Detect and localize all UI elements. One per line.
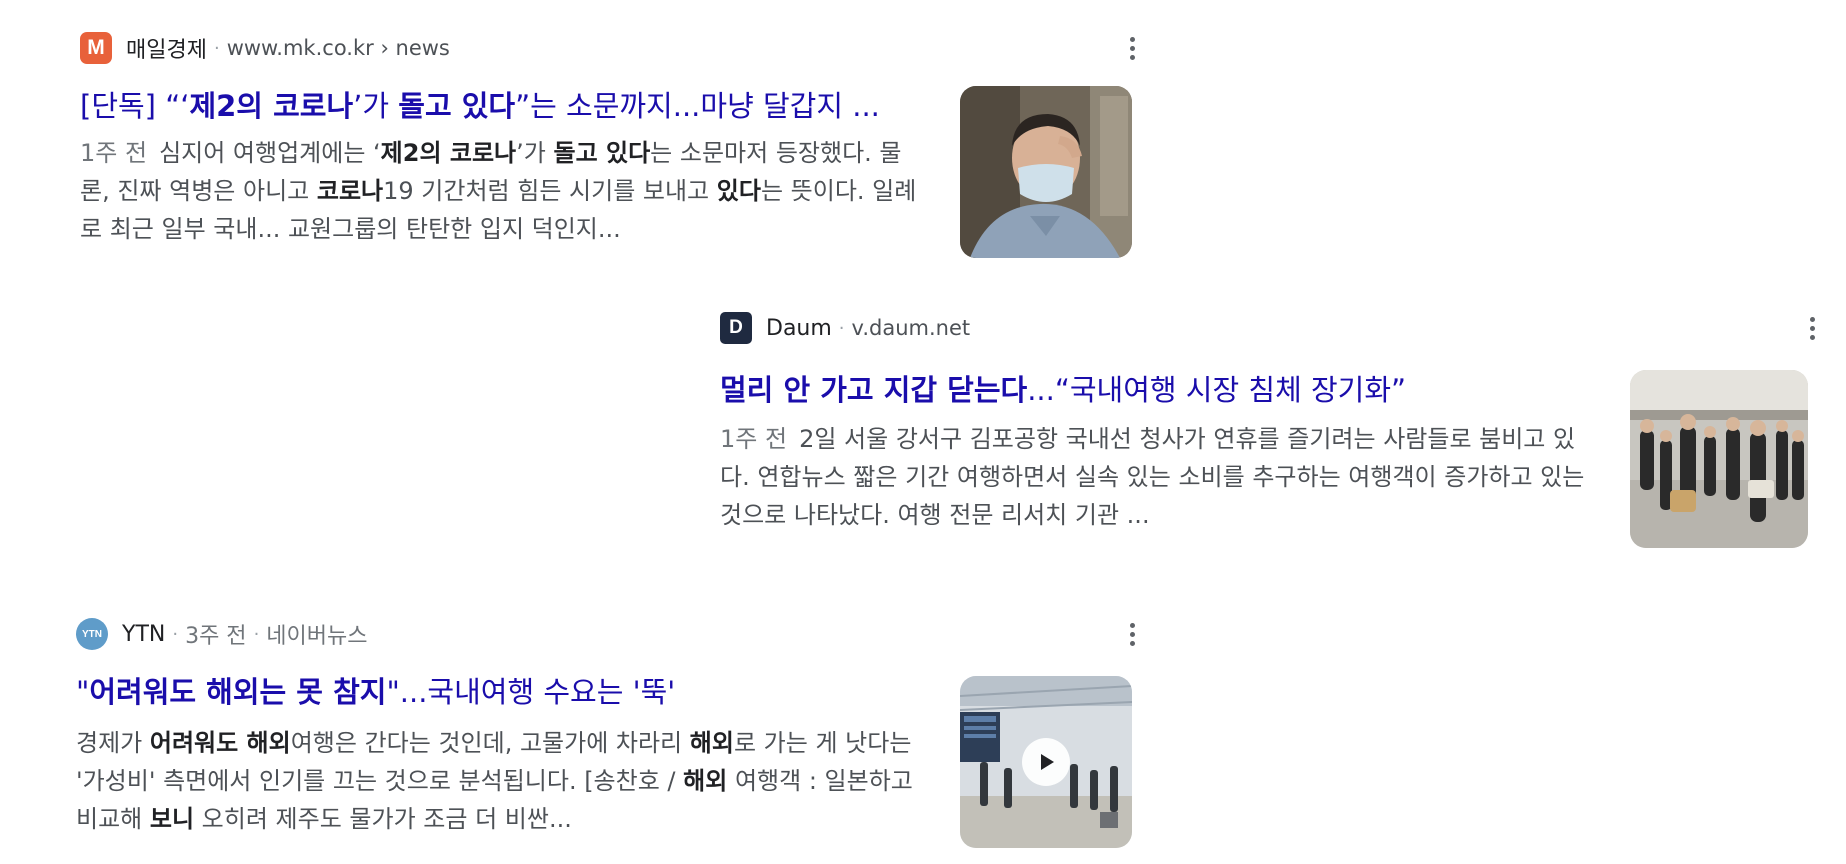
title-text: " (76, 675, 90, 709)
title-text: [단독] “‘ (80, 89, 190, 123)
snippet-text: 2일 서울 강서구 김포공항 국내선 청사가 연휴를 즐기려는 사람들로 붐비고… (720, 425, 1585, 529)
source-url: www.mk.co.kr › news (226, 36, 450, 60)
snippet-text: 여행은 간다는 것인데, 고물가에 차라리 (290, 729, 690, 757)
title-text: ...“국내여행 시장 침체 장기화” (1027, 373, 1407, 407)
more-options-icon[interactable] (1120, 28, 1144, 68)
result-title-link[interactable]: 멀리 안 가고 지갑 닫는다...“국내여행 시장 침체 장기화” (720, 370, 1600, 410)
search-result-daum: D Daum · v.daum.net 멀리 안 가고 지갑 닫는다...“국내… (720, 308, 1840, 558)
more-options-icon[interactable] (1120, 614, 1144, 654)
title-highlight: 제2의 코로나 (189, 89, 354, 123)
snippet-highlight: 제2의 코로나 (380, 139, 517, 167)
snippet-highlight: 해외 (689, 729, 734, 757)
separator-dot: · (172, 623, 179, 645)
result-snippet: 경제가 어려워도 해외여행은 간다는 것인데, 고물가에 차라리 해외로 가는 … (76, 724, 930, 838)
title-highlight: 돌고 있다 (398, 89, 516, 123)
result-date: 1주 전 (80, 139, 148, 167)
thumbnail-airport-video[interactable] (960, 676, 1132, 848)
search-result-ytn: YTN YTN · 3주 전 · 네이버뉴스 "어려워도 해외는 못 참지"..… (76, 614, 1136, 860)
snippet-highlight: 보니 (149, 805, 195, 833)
result-source[interactable]: M 매일경제 · www.mk.co.kr › news (80, 28, 450, 68)
separator-dot: · (253, 623, 260, 645)
result-title-link[interactable]: [단독] “‘제2의 코로나’가 돌고 있다”는 소문까지...마냥 달갑지 .… (80, 86, 920, 126)
separator-dot: · (213, 37, 220, 59)
snippet-highlight: 해외 (683, 767, 728, 795)
result-title-link[interactable]: "어려워도 해외는 못 참지"...국내여행 수요는 '뚝' (76, 672, 916, 712)
title-highlight: 멀리 안 가고 지갑 닫는다 (720, 373, 1028, 407)
title-text: ’가 (353, 89, 399, 123)
mk-favicon-icon: M (80, 32, 112, 64)
result-source[interactable]: YTN YTN · 3주 전 · 네이버뉴스 (76, 614, 368, 654)
play-icon[interactable] (1022, 738, 1070, 786)
source-url: v.daum.net (851, 316, 971, 340)
snippet-text: 심지어 여행업계에는 ‘ (159, 139, 381, 167)
source-name: YTN (122, 621, 166, 647)
title-text: "...국내여행 수요는 '뚝' (386, 675, 676, 709)
snippet-text: 오히려 제주도 물가가 조금 더 비싼... (194, 805, 572, 833)
separator-dot: · (838, 317, 845, 339)
more-options-icon[interactable] (1800, 308, 1824, 348)
snippet-highlight: 돌고 있다 (553, 139, 651, 167)
result-time: 3주 전 (185, 624, 247, 649)
result-date: 1주 전 (720, 425, 788, 453)
title-text: ”는 소문까지...마냥 달갑지 ... (515, 89, 880, 123)
thumbnail-man-mask[interactable] (960, 86, 1132, 258)
snippet-text: ’가 (516, 139, 554, 167)
thumbnail-airport-crowd[interactable] (1630, 370, 1808, 548)
snippet-highlight: 코로나 (316, 177, 384, 205)
snippet-highlight: 어려워도 해외 (149, 729, 291, 757)
snippet-text: 경제가 (76, 729, 150, 757)
snippet-highlight: 있다 (716, 177, 761, 205)
result-via: 네이버뉴스 (266, 624, 368, 649)
source-name: 매일경제 (126, 38, 207, 63)
title-highlight: 어려워도 해외는 못 참지 (89, 675, 387, 709)
snippet-text: 19 기간처럼 힘든 시기를 보내고 (383, 177, 717, 205)
search-result-mk: M 매일경제 · www.mk.co.kr › news [단독] “‘제2의 … (80, 28, 1135, 268)
result-source[interactable]: D Daum · v.daum.net (720, 308, 970, 348)
result-snippet: 1주 전 심지어 여행업계에는 ‘제2의 코로나’가 돌고 있다는 소문마저 등장… (80, 134, 930, 248)
daum-favicon-icon: D (720, 312, 752, 344)
result-snippet: 1주 전 2일 서울 강서구 김포공항 국내선 청사가 연휴를 즐기려는 사람들로… (720, 420, 1600, 534)
source-name: Daum (766, 315, 832, 341)
ytn-favicon-icon: YTN (76, 618, 108, 650)
